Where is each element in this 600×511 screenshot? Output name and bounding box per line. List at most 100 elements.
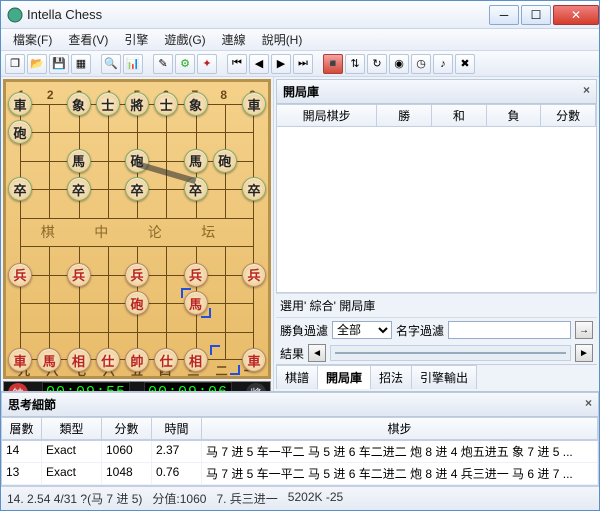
menu-help[interactable]: 說明(H) [254,29,311,50]
status-score: 分值:1060 [152,490,206,507]
col-depth[interactable]: 層數 [2,418,42,439]
close-button[interactable]: ✕ [553,5,599,25]
opening-list[interactable] [276,127,597,293]
opening-panel-header: 開局庫 × [276,79,597,104]
piece-車[interactable]: 車 [8,348,32,372]
think-list[interactable]: 14Exact10602.37马 7 进 5 车一平二 马 5 进 6 车二进二… [1,440,599,486]
piece-馬[interactable]: 馬 [37,348,61,372]
col-score2[interactable]: 分數 [102,418,152,439]
menu-view[interactable]: 查看(V) [60,29,116,50]
filter-go-button[interactable]: → [575,321,593,339]
save-icon[interactable]: 💾 [49,54,69,74]
zoom-icon[interactable]: 🔍 [101,54,121,74]
piece-馬[interactable]: 馬 [184,291,208,315]
target-icon[interactable]: ◉ [389,54,409,74]
menu-online[interactable]: 連線 [214,29,254,50]
piece-相[interactable]: 相 [67,348,91,372]
piece-相[interactable]: 相 [184,348,208,372]
piece-兵[interactable]: 兵 [242,263,266,287]
flip-icon[interactable]: ⇅ [345,54,365,74]
piece-車[interactable]: 車 [242,92,266,116]
piece-車[interactable]: 車 [8,92,32,116]
menu-file[interactable]: 檔案(F) [5,29,60,50]
piece-士[interactable]: 士 [154,92,178,116]
col-win[interactable]: 勝 [377,105,432,126]
menu-engine[interactable]: 引擎 [116,29,156,50]
piece-馬[interactable]: 馬 [184,149,208,173]
status-nodes: 5202K -25 [288,490,343,507]
piece-砲[interactable]: 砲 [213,149,237,173]
piece-兵[interactable]: 兵 [184,263,208,287]
chess-board[interactable]: 123456789 棋 中 论 坛 車象士將士象車砲馬砲馬砲卒卒卒卒卒兵兵兵兵兵… [3,79,271,379]
piece-兵[interactable]: 兵 [125,263,149,287]
piece-兵[interactable]: 兵 [8,263,32,287]
piece-帥[interactable]: 帥 [125,348,149,372]
result-next-button[interactable]: ► [575,344,593,362]
col-loss[interactable]: 負 [487,105,542,126]
tab-opening[interactable]: 開局庫 [317,365,371,389]
name-filter-input[interactable] [448,321,571,339]
think-close-icon[interactable]: × [585,396,592,413]
board-grid[interactable]: 棋 中 论 坛 車象士將士象車砲馬砲馬砲卒卒卒卒卒兵兵兵兵兵砲馬車馬相仕帥仕相車 [20,104,254,360]
hint-icon[interactable]: ✦ [197,54,217,74]
cancel-icon[interactable]: ✖ [455,54,475,74]
piece-象[interactable]: 象 [184,92,208,116]
edit-icon[interactable]: ✎ [153,54,173,74]
piece-仕[interactable]: 仕 [96,348,120,372]
first-icon[interactable]: ⏮ [227,54,247,74]
piece-士[interactable]: 士 [96,92,120,116]
tab-notation[interactable]: 棋譜 [276,365,318,389]
tab-moves[interactable]: 招法 [370,365,412,389]
piece-馬[interactable]: 馬 [67,149,91,173]
engine-icon[interactable]: ⚙ [175,54,195,74]
open-icon[interactable]: 📂 [27,54,47,74]
col-draw[interactable]: 和 [432,105,487,126]
opening-close-icon[interactable]: × [583,83,590,100]
think-list-header: 層數 類型 分數 時間 棋步 [1,417,599,440]
piece-卒[interactable]: 卒 [242,177,266,201]
piece-砲[interactable]: 砲 [125,291,149,315]
piece-將[interactable]: 將 [125,92,149,116]
result-slider[interactable] [330,345,571,361]
window-title: Intella Chess [27,7,487,22]
name-filter-label: 名字過濾 [396,322,444,339]
think-row[interactable]: 13Exact10480.76马 7 进 5 车一平二 马 5 进 6 车二进二… [2,463,598,485]
wl-filter-label: 勝負過濾 [280,322,328,339]
tab-engine-output[interactable]: 引擎輸出 [411,365,477,389]
stop-icon[interactable]: ◾ [323,54,343,74]
minimize-button[interactable]: ─ [489,5,519,25]
piece-卒[interactable]: 卒 [67,177,91,201]
menu-game[interactable]: 遊戲(G) [156,29,213,50]
col-time[interactable]: 時間 [152,418,202,439]
piece-象[interactable]: 象 [67,92,91,116]
new-icon[interactable]: ❐ [5,54,25,74]
piece-仕[interactable]: 仕 [154,348,178,372]
piece-卒[interactable]: 卒 [8,177,32,201]
analyze-icon[interactable]: 📊 [123,54,143,74]
status-bar: 14. 2.54 4/31 ?(马 7 进 5) 分值:1060 7. 兵三进一… [1,486,599,510]
col-type[interactable]: 類型 [42,418,102,439]
next-icon[interactable]: ▶ [271,54,291,74]
col-move[interactable]: 開局棋步 [277,105,377,126]
maximize-button[interactable]: ☐ [521,5,551,25]
db-icon[interactable]: ▦ [71,54,91,74]
piece-砲[interactable]: 砲 [8,120,32,144]
menubar: 檔案(F) 查看(V) 引擎 遊戲(G) 連線 說明(H) [1,29,599,51]
prev-icon[interactable]: ◀ [249,54,269,74]
piece-車[interactable]: 車 [242,348,266,372]
think-row[interactable]: 14Exact10602.37马 7 进 5 车一平二 马 5 进 6 车二进二… [2,441,598,463]
result-prev-button[interactable]: ◄ [308,344,326,362]
sound-icon[interactable]: ♪ [433,54,453,74]
wl-filter-select[interactable]: 全部 [332,321,392,339]
piece-兵[interactable]: 兵 [67,263,91,287]
status-move: 7. 兵三进一 [216,490,277,507]
last-icon[interactable]: ⏭ [293,54,313,74]
result-label: 結果 [280,345,304,362]
rotate-icon[interactable]: ↻ [367,54,387,74]
col-score[interactable]: 分數 [541,105,596,126]
toolbar: ❐ 📂 💾 ▦ 🔍 📊 ✎ ⚙ ✦ ⏮ ◀ ▶ ⏭ ◾ ⇅ ↻ ◉ ◷ ♪ ✖ [1,51,599,77]
piece-卒[interactable]: 卒 [125,177,149,201]
titlebar: Intella Chess ─ ☐ ✕ [1,1,599,29]
clock-icon[interactable]: ◷ [411,54,431,74]
col-moves[interactable]: 棋步 [202,418,598,439]
